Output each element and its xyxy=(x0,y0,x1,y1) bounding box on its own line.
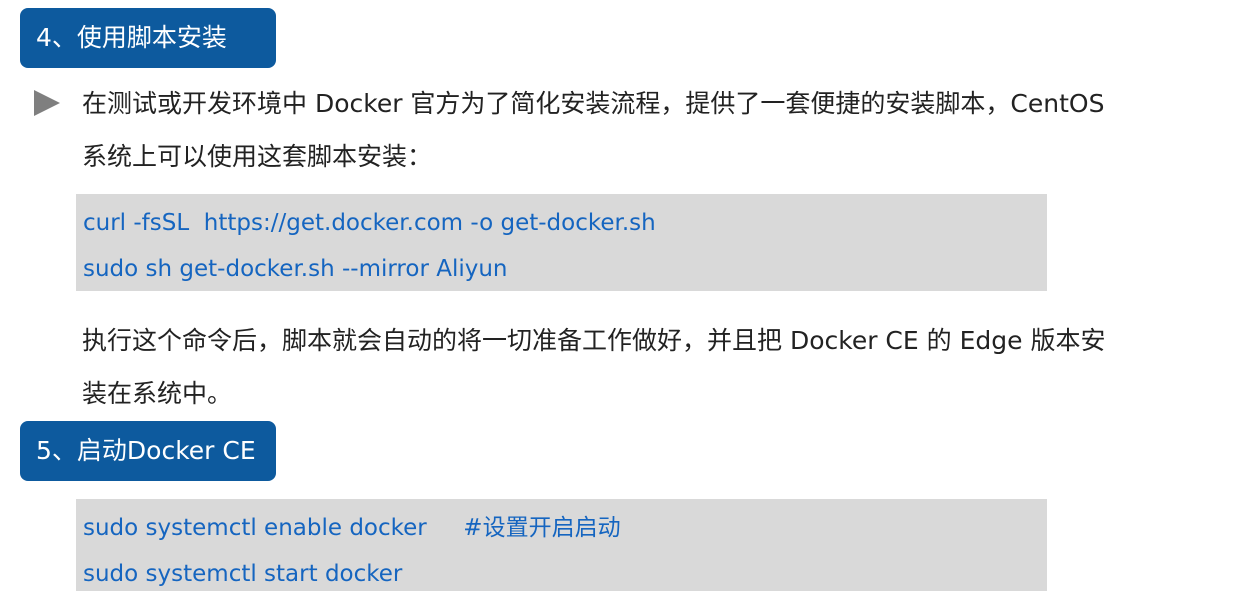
intro-paragraph: 在测试或开发环境中 Docker 官方为了简化安装流程，提供了一套便捷的安装脚本… xyxy=(82,77,1227,183)
intro-line-2: 系统上可以使用这套脚本安装： xyxy=(82,142,433,171)
code-line-enable-docker: sudo systemctl enable docker #设置开启启动 xyxy=(83,515,621,541)
intro-line-1: 在测试或开发环境中 Docker 官方为了简化安装流程，提供了一套便捷的安装脚本… xyxy=(82,89,1105,118)
start-docker-code-block: sudo systemctl enable docker #设置开启启动 sud… xyxy=(76,499,1047,591)
explanation-line-1: 执行这个命令后，脚本就会自动的将一切准备工作做好，并且把 Docker CE 的… xyxy=(82,326,1106,355)
section-4-heading: 4、使用脚本安装 xyxy=(20,8,276,68)
code-line-curl: curl -fsSL https://get.docker.com -o get… xyxy=(83,210,656,236)
explanation-paragraph: 执行这个命令后，脚本就会自动的将一切准备工作做好，并且把 Docker CE 的… xyxy=(82,314,1227,420)
triangle-right-icon xyxy=(34,90,60,116)
code-line-start-docker: sudo systemctl start docker xyxy=(83,561,403,587)
code-line-run-script: sudo sh get-docker.sh --mirror Aliyun xyxy=(83,256,508,282)
section-5-heading: 5、启动Docker CE xyxy=(20,421,276,481)
install-script-code-block: curl -fsSL https://get.docker.com -o get… xyxy=(76,194,1047,291)
explanation-line-2: 装在系统中。 xyxy=(82,379,233,408)
